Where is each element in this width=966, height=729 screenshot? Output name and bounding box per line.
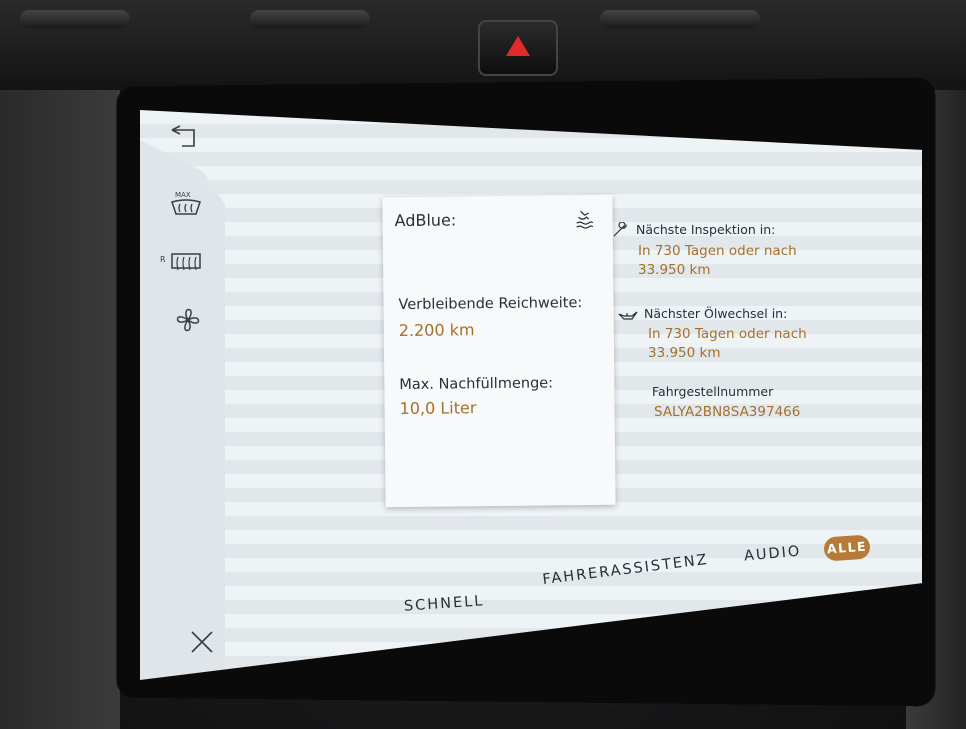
- inspection-value-line1: In 730 Tagen oder nach: [638, 243, 797, 259]
- refill-value: 10,0 Liter: [399, 398, 477, 419]
- rear-defrost-icon[interactable]: R: [160, 250, 206, 274]
- dashboard-trim: [600, 10, 760, 28]
- tab-schnell[interactable]: SCHNELL: [404, 593, 485, 615]
- hazard-light-button[interactable]: [478, 20, 558, 76]
- back-arrow-icon[interactable]: [168, 124, 202, 152]
- max-defrost-icon[interactable]: MAX: [168, 188, 204, 220]
- range-label: Verbleibende Reichweite:: [398, 295, 583, 314]
- adblue-fluid-icon: [575, 209, 595, 229]
- refill-label: Max. Nachfüllmenge:: [399, 375, 554, 394]
- dashboard-left-panel: [0, 90, 120, 729]
- oil-change-value-line2: 33.950 km: [648, 345, 721, 361]
- oil-change-label: Nächster Ölwechsel in:: [644, 306, 788, 321]
- tab-audio[interactable]: AUDIO: [743, 544, 802, 565]
- oil-can-icon: [618, 308, 638, 322]
- infotainment-screen: MAX R AdBlue: Verbleibende Reichweite: 2…: [140, 110, 922, 680]
- inspection-label: Nächste Inspektion in:: [636, 222, 776, 237]
- fan-icon[interactable]: [170, 302, 206, 338]
- rear-label: R: [160, 255, 166, 264]
- car-interior: MAX R AdBlue: Verbleibende Reichweite: 2…: [0, 0, 966, 729]
- tab-fahrerassistenz[interactable]: FAHRERASSISTENZ: [542, 552, 710, 588]
- wrench-icon: [612, 221, 628, 238]
- adblue-title: AdBlue:: [394, 210, 457, 231]
- max-label: MAX: [175, 191, 191, 199]
- vin-label: Fahrgestellnummer: [652, 384, 774, 399]
- hazard-triangle-icon: [506, 36, 530, 56]
- dashboard-trim: [250, 10, 370, 28]
- range-value: 2.200 km: [398, 320, 475, 341]
- climate-sidebar: MAX R: [140, 110, 240, 680]
- close-icon[interactable]: [188, 628, 216, 656]
- sidebar-tab-panel: [140, 140, 225, 680]
- adblue-card[interactable]: AdBlue: Verbleibende Reichweite: 2.200 k…: [382, 194, 616, 508]
- tab-alle[interactable]: ALLE: [823, 534, 871, 562]
- oil-change-value-line1: In 730 Tagen oder nach: [648, 326, 807, 342]
- inspection-value-line2: 33.950 km: [638, 262, 711, 278]
- vin-value: SALYA2BN8SA397466: [654, 404, 801, 420]
- dashboard-trim: [20, 10, 130, 28]
